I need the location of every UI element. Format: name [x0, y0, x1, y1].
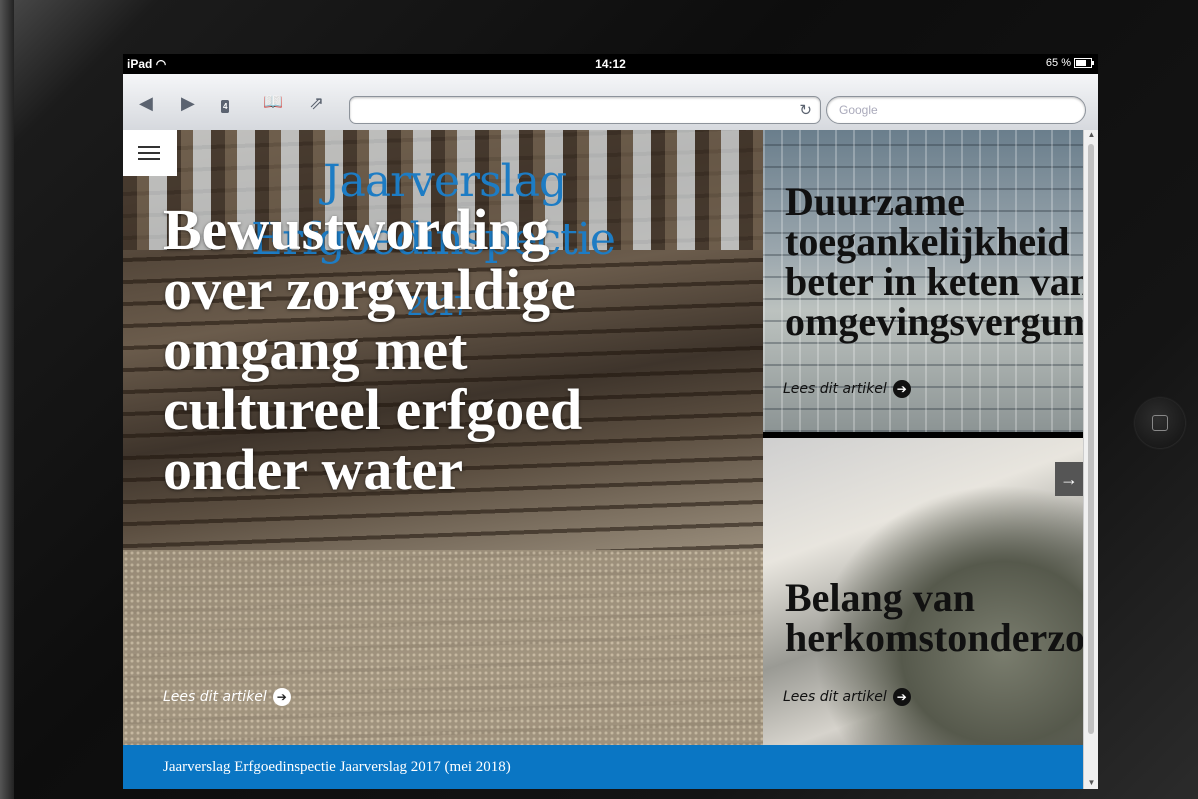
scrollbar-thumb[interactable] [1088, 144, 1094, 734]
tabs-button[interactable]: 4 [221, 94, 230, 113]
card-read-more-link[interactable]: Lees dit artikel ➔ [783, 688, 911, 706]
search-input[interactable]: Google [826, 96, 1086, 124]
arrow-right-icon: ➔ [892, 688, 911, 706]
battery-icon [1074, 58, 1094, 68]
arrow-right-icon: ➔ [892, 380, 911, 398]
battery-status: 65 % [1045, 57, 1094, 69]
scrollbar[interactable]: ▲ ▼ [1083, 130, 1098, 789]
card-title[interactable]: Duurzame toegankelijkheid beter in keten… [785, 182, 1083, 342]
hamburger-menu-button[interactable] [123, 130, 177, 176]
scroll-up-icon[interactable]: ▲ [1084, 130, 1098, 139]
battery-percent: 65 % [1045, 57, 1071, 69]
footer-bar: Jaarverslag Erfgoedinspectie Jaarverslag… [123, 745, 1083, 789]
url-bar[interactable]: ↻ [349, 96, 821, 124]
arrow-right-icon: ➔ [272, 688, 291, 706]
web-content: Jaarverslag Erfgoedinspectie 2017 Bewust… [123, 130, 1098, 789]
hero-read-more-link[interactable]: Lees dit artikel ➔ [163, 688, 291, 706]
share-icon[interactable]: ⇗ [309, 94, 324, 112]
reload-icon[interactable]: ↻ [799, 101, 812, 119]
scroll-down-icon[interactable]: ▼ [1084, 778, 1098, 787]
read-more-label: Lees dit artikel [163, 689, 267, 705]
card-read-more-link[interactable]: Lees dit artikel ➔ [783, 380, 911, 398]
hero-article[interactable]: Jaarverslag Erfgoedinspectie 2017 Bewust… [123, 130, 763, 745]
back-arrow-icon[interactable]: ◀ [139, 94, 153, 112]
forward-arrow-icon[interactable]: ▶ [181, 94, 195, 112]
search-placeholder: Google [839, 103, 878, 117]
status-bar: iPad ◠ 14:12 65 % [123, 54, 1098, 74]
clock: 14:12 [595, 57, 626, 71]
read-more-label: Lees dit artikel [783, 381, 887, 397]
hero-title[interactable]: Bewustwording over zorgvuldige omgang me… [163, 200, 613, 500]
article-card-accessibility[interactable]: Duurzame toegankelijkheid beter in keten… [763, 130, 1083, 432]
footer-text: Jaarverslag Erfgoedinspectie Jaarverslag… [163, 759, 511, 775]
home-button[interactable] [1135, 398, 1185, 448]
ipad-edge [0, 0, 14, 799]
ipad-screen: iPad ◠ 14:12 65 % ◀ ▶ 4 📖 ⇗ ↻ Google Jaa… [123, 54, 1098, 789]
article-card-provenance[interactable]: Belang van herkomstonderzoek Lees dit ar… [763, 438, 1083, 745]
bookmarks-icon[interactable]: 📖 [263, 94, 283, 112]
browser-toolbar: ◀ ▶ 4 📖 ⇗ ↻ Google [123, 74, 1098, 131]
tabs-icon: 4 [221, 100, 230, 113]
next-arrow-button[interactable]: → [1055, 462, 1083, 496]
read-more-label: Lees dit artikel [783, 689, 887, 705]
card-title[interactable]: Belang van herkomstonderzoek [785, 578, 1083, 658]
